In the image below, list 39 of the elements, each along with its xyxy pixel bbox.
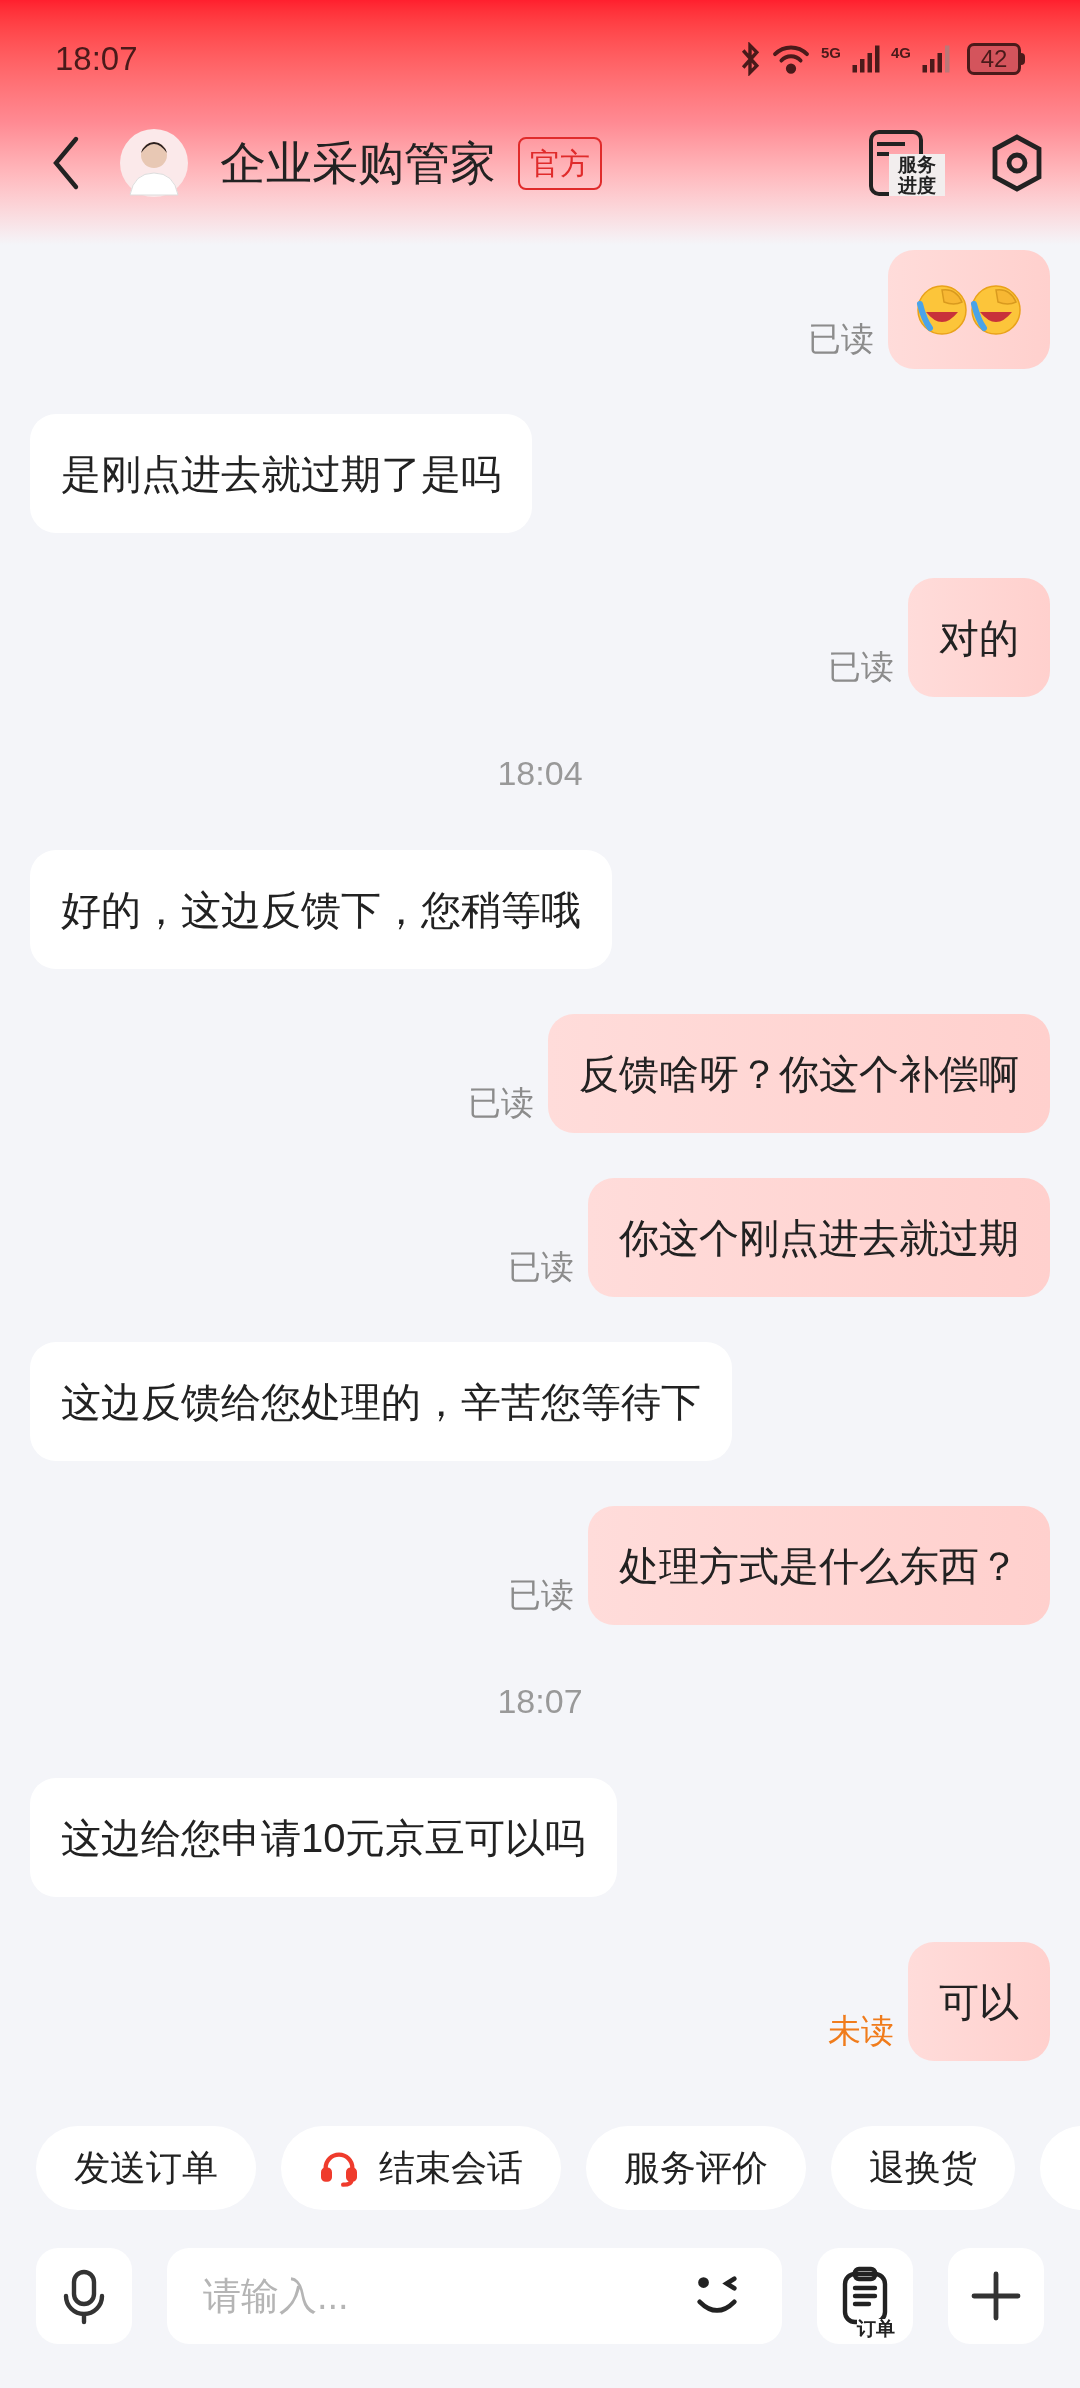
read-status: 未读	[828, 2010, 894, 2051]
message-bubble: 好的，这边反馈下，您稍等哦	[30, 850, 612, 969]
read-status: 已读	[508, 1574, 574, 1615]
message-bubble: 处理方式是什么东西？	[588, 1506, 1050, 1625]
message-bubble: 可以	[908, 1942, 1050, 2061]
service-progress-button[interactable]: 服务进度	[869, 130, 945, 196]
timestamp: 18:04	[497, 753, 583, 794]
signal-icon	[851, 44, 881, 74]
avatar	[120, 129, 188, 197]
emoji-icon	[970, 283, 1022, 336]
quick-action-chip[interactable]: 退换货	[831, 2126, 1015, 2210]
message-input[interactable]: 请输入...	[203, 2267, 692, 2325]
read-status: 已读	[828, 646, 894, 687]
status-time: 18:07	[55, 39, 138, 80]
message-bubble: 对的	[908, 578, 1050, 697]
official-badge: 官方	[518, 136, 602, 190]
message-bubble: 这边给您申请10元京豆可以吗	[30, 1778, 617, 1897]
message-bubble: 是刚点进去就过期了是吗	[30, 414, 532, 533]
timestamp: 18:07	[497, 1681, 583, 1722]
plus-icon	[970, 2270, 1022, 2322]
add-button[interactable]	[948, 2248, 1044, 2344]
chat-title: 企业采购管家	[220, 135, 496, 191]
network-label: 5G	[820, 44, 841, 60]
network-label: 4G	[891, 44, 911, 60]
emoji-icon	[916, 283, 968, 336]
wifi-icon	[770, 43, 811, 75]
voice-button[interactable]	[36, 2248, 132, 2344]
message-bubble: 这边反馈给您处理的，辛苦您等待下	[30, 1342, 732, 1461]
order-button[interactable]: 订单	[817, 2248, 913, 2344]
quick-action-chip[interactable]: 服务评价	[586, 2126, 806, 2210]
read-status: 已读	[808, 318, 874, 359]
message-bubble: 你这个刚点进去就过期	[588, 1178, 1050, 1297]
signal-icon	[921, 44, 951, 74]
read-status: 已读	[508, 1246, 574, 1287]
message-field[interactable]: 请输入...	[167, 2248, 782, 2344]
read-status: 已读	[468, 1082, 534, 1123]
quick-action-chip[interactable]: 结束会话	[281, 2126, 561, 2210]
message-bubble: 反馈啥呀？你这个补偿啊	[548, 1014, 1050, 1133]
quick-action-chip[interactable]: 发送订单	[36, 2126, 256, 2210]
